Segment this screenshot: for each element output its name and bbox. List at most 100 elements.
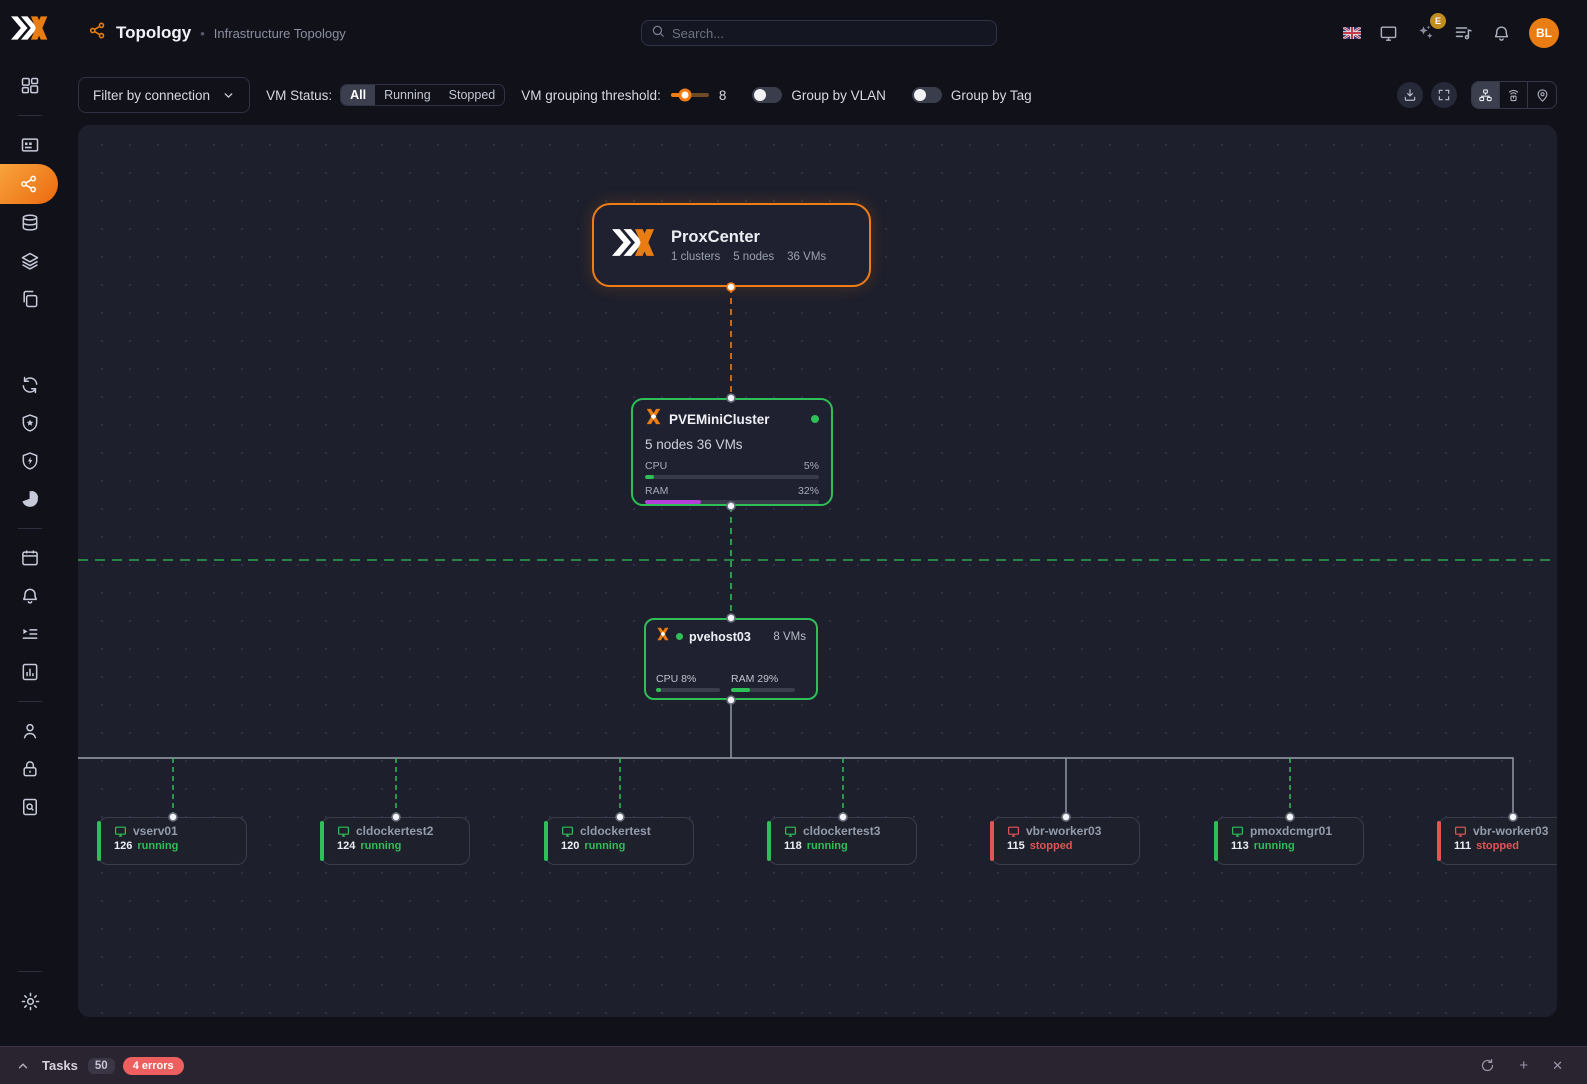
vm-status-option-all[interactable]: All	[341, 85, 376, 105]
vm-group-node-vserv01[interactable]: vserv01 126 running	[97, 817, 247, 865]
activity-queue-icon[interactable]	[1454, 23, 1474, 43]
search-input[interactable]	[672, 25, 987, 41]
language-flag-icon[interactable]	[1343, 27, 1361, 39]
geo-view-button[interactable]	[1528, 82, 1556, 108]
vm-group-node-pmoxdcmgr01[interactable]: pmoxdcmgr01 113 running	[1214, 817, 1364, 865]
vm-status-accent	[320, 821, 324, 861]
tasks-errors-badge: 4 errors	[122, 1056, 184, 1075]
refresh-tasks-button[interactable]	[1480, 1058, 1495, 1073]
vm-status-segmented: All Running Stopped	[340, 84, 506, 106]
vm-status-accent	[990, 821, 994, 861]
sidebar-item-task-queue[interactable]	[0, 615, 60, 653]
sidebar-item-security-lock[interactable]	[0, 750, 60, 788]
download-icon	[1404, 89, 1416, 101]
sidebar-item-analytics[interactable]	[0, 653, 60, 691]
vm-group-node-cldockertest2[interactable]: cldockertest2 124 running	[320, 817, 470, 865]
vm-grouping-slider[interactable]	[670, 88, 709, 102]
group-by-tag-toggle[interactable]	[911, 87, 942, 103]
bell-icon[interactable]	[1492, 24, 1511, 43]
chevron-down-icon	[224, 92, 233, 98]
vm-id: 126	[114, 840, 133, 852]
vm-name: vbr-worker03	[1026, 824, 1102, 838]
vm-monitor-icon	[785, 826, 796, 837]
host-vm-count: 8 VMs	[773, 630, 806, 643]
tasks-label: Tasks	[42, 1058, 78, 1073]
sidebar-item-settings[interactable]	[0, 982, 60, 1020]
cluster-ram-label: RAM	[645, 485, 669, 497]
vm-monitor-icon	[115, 826, 126, 837]
vm-status-accent	[767, 821, 771, 861]
sidebar-item-layers[interactable]	[0, 242, 60, 280]
vm-group-node-vbr-worker03[interactable]: vbr-worker03 111 stopped	[1437, 817, 1557, 865]
cluster-cpu-label: CPU	[645, 460, 668, 472]
notification-count-badge: E	[1430, 13, 1446, 29]
vm-status: stopped	[1029, 840, 1073, 852]
search-bar[interactable]	[641, 20, 997, 46]
topology-icon	[88, 21, 107, 45]
sidebar-divider	[18, 115, 42, 116]
fullscreen-button[interactable]	[1431, 82, 1457, 108]
add-task-button[interactable]: +	[1519, 1057, 1528, 1074]
sidebar-item-calendar[interactable]	[0, 539, 60, 577]
node-proxcenter[interactable]: ProxCenter 1 clusters 5 nodes 36 VMs	[592, 203, 871, 287]
topology-toolbar: Filter by connection VM Status: All Runn…	[78, 77, 1557, 113]
sidebar-divider	[18, 701, 42, 702]
sidebar-nav	[0, 67, 60, 1046]
vm-status-label: VM Status:	[266, 87, 333, 103]
sidebar-item-users[interactable]	[0, 712, 60, 750]
user-avatar[interactable]: BL	[1529, 18, 1559, 48]
vm-group-node-cldockertest3[interactable]: cldockertest3 118 running	[767, 817, 917, 865]
vm-status-option-stopped[interactable]: Stopped	[440, 85, 505, 105]
vm-name: cldockertest2	[356, 824, 434, 838]
vm-status: stopped	[1476, 840, 1519, 852]
vm-name: vbr-worker03	[1473, 824, 1549, 838]
expand-tasks-button[interactable]	[16, 1059, 30, 1073]
vm-status-option-running[interactable]: Running	[375, 85, 440, 105]
vm-status-accent	[97, 821, 101, 861]
network-view-button[interactable]	[1500, 82, 1528, 108]
proxmox-x-icon	[656, 627, 670, 646]
sidebar-item-notifications[interactable]	[0, 577, 60, 615]
sidebar-item-topology[interactable]	[0, 164, 58, 204]
sidebar-item-shield-star[interactable]	[0, 404, 60, 442]
vm-group-node-cldockertest[interactable]: cldockertest 120 running	[544, 817, 694, 865]
sidebar-item-replication[interactable]	[0, 280, 60, 318]
cluster-ram-bar	[645, 500, 701, 504]
export-download-button[interactable]	[1397, 82, 1423, 108]
topology-canvas[interactable]: ProxCenter 1 clusters 5 nodes 36 VMs PVE…	[78, 125, 1557, 1017]
sidebar-item-sync[interactable]	[0, 366, 60, 404]
filter-by-connection-dropdown[interactable]: Filter by connection	[78, 77, 251, 113]
sidebar-item-audit-log[interactable]	[0, 788, 60, 826]
page-subtitle: Infrastructure Topology	[213, 25, 346, 41]
threshold-label: VM grouping threshold:	[521, 87, 661, 103]
chevron-up-icon	[18, 1062, 28, 1068]
vm-id: 124	[337, 840, 356, 852]
app-logo-icon[interactable]	[11, 14, 49, 47]
cluster-meta: 5 nodes 36 VMs	[645, 437, 743, 452]
hierarchy-view-button[interactable]	[1472, 82, 1500, 108]
ai-sparkles-icon[interactable]: E	[1416, 13, 1446, 43]
sidebar	[0, 0, 60, 1046]
filter-label: Filter by connection	[93, 87, 211, 103]
access-point-icon	[1508, 89, 1519, 101]
vm-status: running	[584, 840, 626, 852]
vm-status: running	[1253, 840, 1295, 852]
display-icon[interactable]	[1379, 24, 1398, 43]
sidebar-item-datacenter[interactable]	[0, 126, 60, 164]
sidebar-item-storage[interactable]	[0, 204, 60, 242]
close-tasks-button[interactable]: ✕	[1552, 1058, 1563, 1074]
vm-monitor-icon	[1232, 826, 1243, 837]
slider-knob[interactable]	[678, 88, 692, 102]
proxcenter-logo-icon	[612, 227, 656, 263]
root-node-stats: 1 clusters 5 nodes 36 VMs	[671, 251, 826, 263]
group-by-vlan-toggle[interactable]	[752, 87, 783, 103]
vm-group-node-vbr-worker03[interactable]: vbr-worker03 115 stopped	[990, 817, 1140, 865]
node-cluster[interactable]: PVEMiniCluster 5 nodes 36 VMs CPU 5% RAM…	[631, 398, 833, 506]
sidebar-divider	[18, 971, 42, 972]
sidebar-item-shield-bolt[interactable]	[0, 442, 60, 480]
tasks-count-badge: 50	[87, 1057, 115, 1074]
sidebar-item-dashboard[interactable]	[0, 67, 60, 105]
node-host[interactable]: pvehost03 8 VMs CPU 8% RAM 29%	[644, 618, 818, 700]
vm-status: running	[137, 840, 179, 852]
sidebar-item-reports-pie[interactable]	[0, 480, 60, 518]
